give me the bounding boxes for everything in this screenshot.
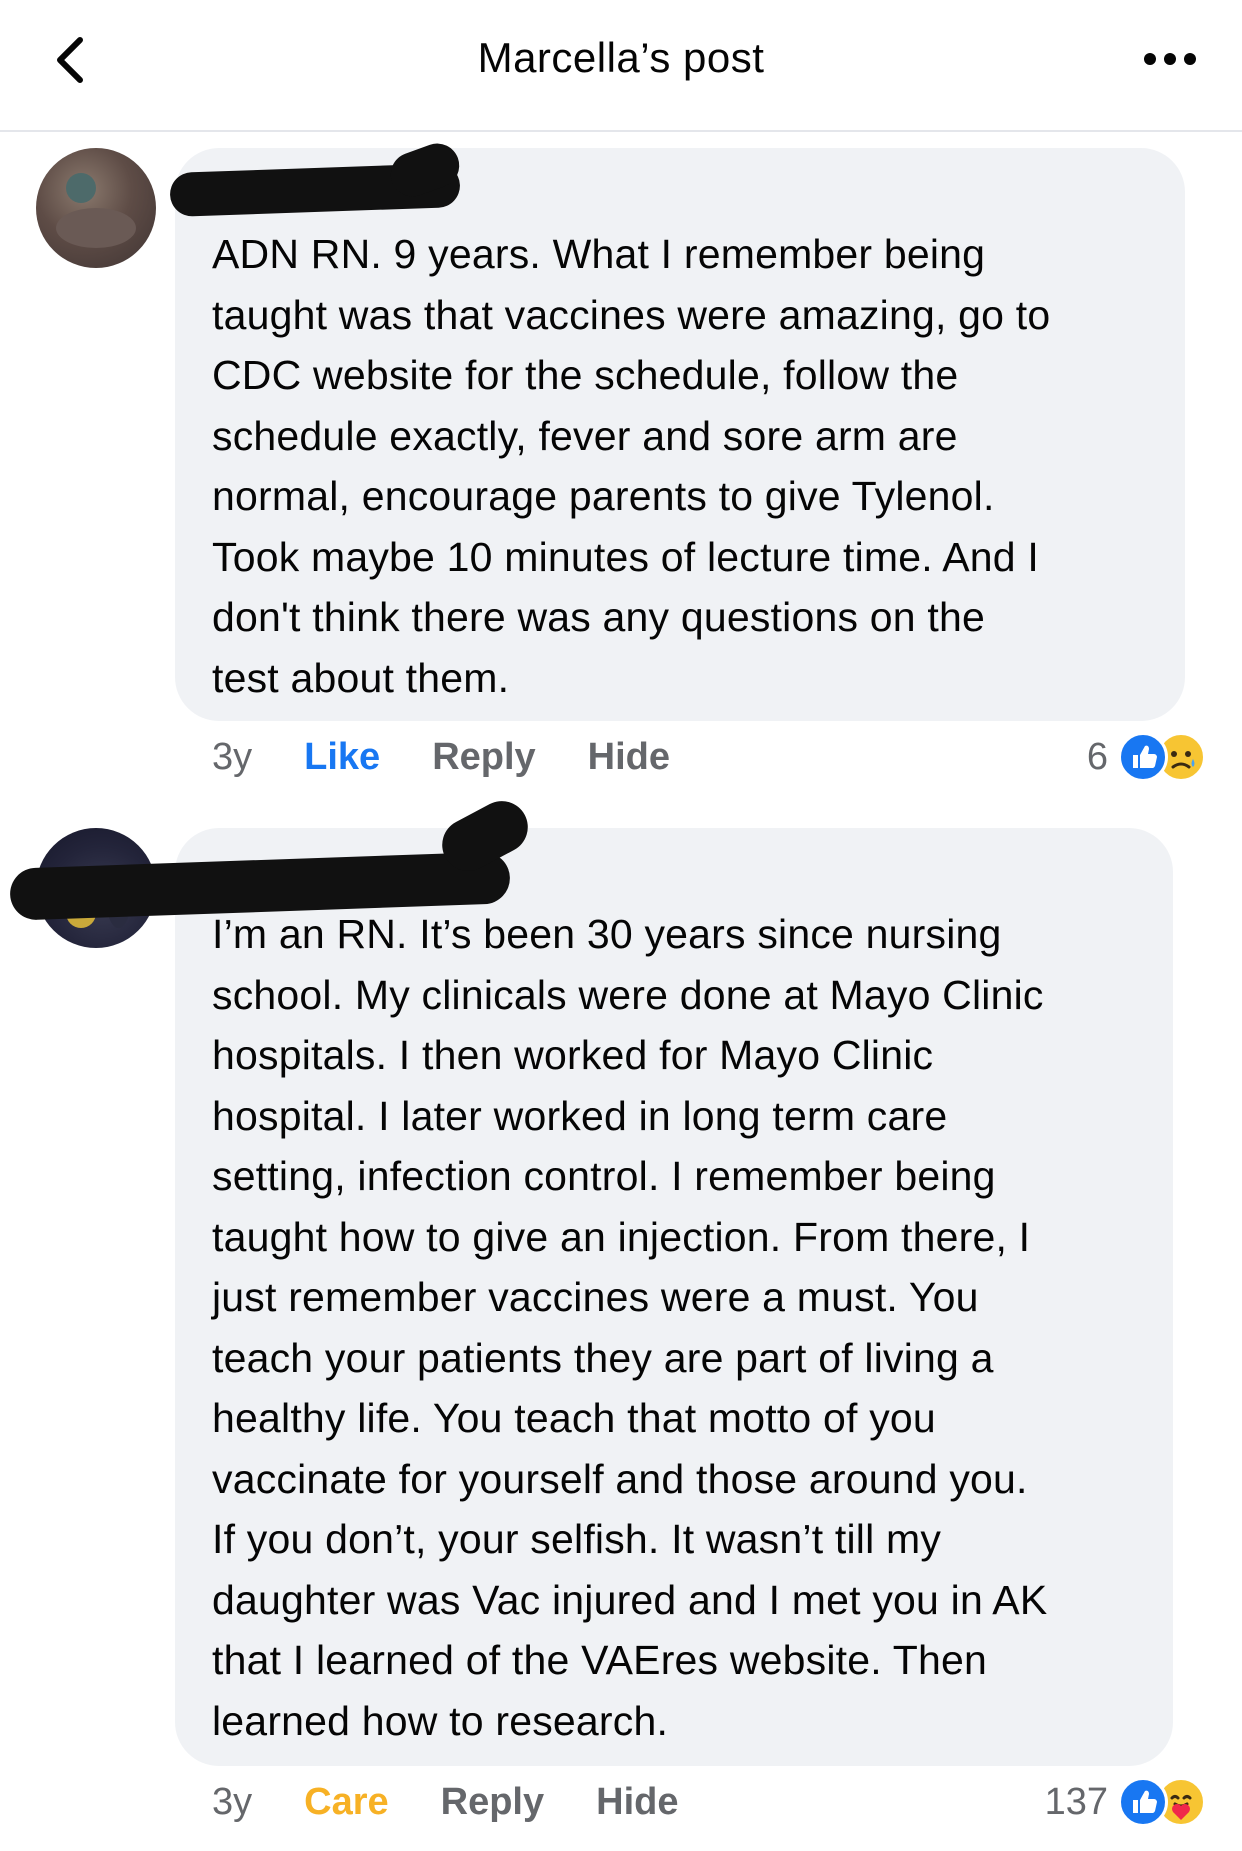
avatar[interactable] bbox=[36, 148, 156, 268]
page-title: Marcella’s post bbox=[477, 34, 765, 81]
reaction-summary[interactable]: 137 bbox=[1045, 1777, 1206, 1827]
more-horizontal-icon[interactable] bbox=[1140, 44, 1200, 74]
hide-button[interactable]: Hide bbox=[588, 736, 670, 779]
reply-button[interactable]: Reply bbox=[441, 1781, 544, 1824]
care-button[interactable]: Care bbox=[304, 1781, 389, 1824]
top-bar: Marcella’s post bbox=[0, 0, 1242, 132]
comment-actions: 3y Care Reply Hide bbox=[212, 1781, 730, 1824]
like-icon bbox=[1118, 1777, 1168, 1827]
like-button[interactable]: Like bbox=[304, 736, 380, 779]
comment-actions: 3y Like Reply Hide bbox=[212, 736, 722, 779]
reaction-summary[interactable]: 6 bbox=[1087, 732, 1206, 782]
comment-text: I’m an RN. It’s been 30 years since nurs… bbox=[212, 911, 1048, 1744]
comment-timestamp: 3y bbox=[212, 736, 253, 778]
reaction-count: 137 bbox=[1044, 1780, 1108, 1823]
comment-timestamp: 3y bbox=[212, 1781, 253, 1823]
reply-button[interactable]: Reply bbox=[432, 736, 535, 779]
hide-button[interactable]: Hide bbox=[596, 1781, 678, 1824]
like-icon bbox=[1118, 732, 1168, 782]
comment-text: ADN RN. 9 years. What I remember being t… bbox=[212, 231, 1051, 701]
reaction-count: 6 bbox=[1086, 735, 1108, 778]
